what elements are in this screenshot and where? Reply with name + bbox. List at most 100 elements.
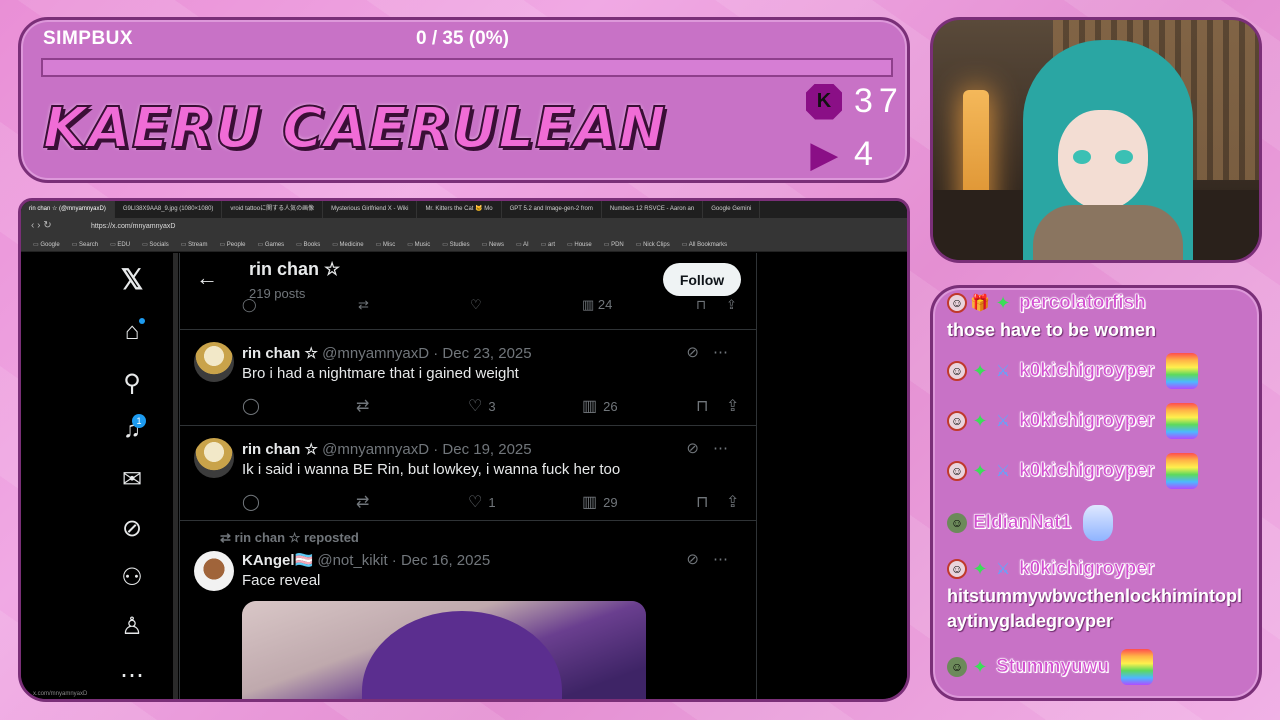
rainbow-emote-icon (1120, 649, 1153, 685)
tweet-author[interactable]: rin chan ☆ (242, 441, 318, 458)
bookmark-button[interactable]: ⊓ (696, 396, 714, 416)
browser-tab[interactable]: rin chan ☆ (@mnyamnyaxD) (21, 201, 115, 218)
bookmark-icon[interactable]: ⊓ (696, 297, 706, 313)
follow-button[interactable]: Follow (663, 263, 741, 296)
like-button[interactable]: ♡ 3 (468, 396, 496, 416)
messages-icon[interactable]: ✉ (114, 461, 150, 497)
bookmark[interactable]: Stream (181, 241, 207, 248)
bookmark[interactable]: Studies (442, 241, 470, 248)
browser-tab[interactable]: Mysterious Girlfriend X - Wiki (323, 201, 418, 218)
browser-tab[interactable]: vroid tattooに関する人気の画像 (222, 201, 324, 218)
bookmark[interactable]: Search (72, 241, 98, 248)
chat-message: ☺ ✦ ⚔ k0kichigroyper (947, 403, 1249, 439)
x-logo-icon[interactable]: 𝕏 (114, 261, 150, 297)
share-icon[interactable]: ⇪ (726, 297, 737, 313)
notifications-icon[interactable]: ♫ 1 (114, 412, 150, 448)
back-arrow-icon[interactable]: ← (196, 265, 218, 291)
bookmark[interactable]: Socials (142, 241, 168, 248)
grok-icon[interactable]: ⊘ (686, 551, 713, 568)
avatar[interactable] (194, 551, 234, 591)
bookmark[interactable]: AI (516, 241, 529, 248)
chat-username[interactable]: percolatorfish (1019, 292, 1146, 314)
grok-icon[interactable]: ⊘ (686, 440, 713, 457)
browser-tab[interactable]: GPT 5.2 and Image-gen-2 from (502, 201, 602, 218)
scrollbar[interactable] (173, 253, 178, 699)
bookmark[interactable]: House (567, 241, 591, 248)
bookmark[interactable]: Games (257, 241, 284, 248)
chat-username[interactable]: k0kichigroyper (1019, 410, 1155, 432)
ghost-emote-icon (1083, 505, 1114, 541)
user-avatar-badge-icon: ☺ (947, 361, 967, 381)
more-icon[interactable]: ⋯ (713, 440, 742, 457)
avatar[interactable] (194, 342, 234, 382)
bookmark[interactable]: News (482, 241, 504, 248)
views-button[interactable]: ▥ 26 (582, 396, 618, 416)
share-button[interactable]: ⇪ (726, 492, 745, 512)
bookmark-button[interactable]: ⊓ (696, 492, 714, 512)
sword-badge-icon: ⚔ (995, 463, 1011, 480)
tweet-tools: ⊘⋯ (686, 343, 742, 361)
url-input[interactable]: https://x.com/mnyamnyaxD (91, 223, 175, 230)
sparkle-badge-icon: ✦ (995, 292, 1011, 313)
chat-username[interactable]: k0kichigroyper (1019, 558, 1155, 580)
kick-count: 37 (854, 82, 904, 120)
bookmark[interactable]: Music (407, 241, 431, 248)
profile-icon[interactable]: ♙ (114, 608, 150, 644)
bookmark[interactable]: EDU (110, 241, 130, 248)
tweet[interactable]: ⇄ rin chan ☆ reposted KAngel🏳️‍⚧️ @not_k… (180, 520, 756, 699)
kick-follower-stat: K 37 (806, 82, 904, 121)
goal-progress-bar (41, 58, 893, 77)
bookmark[interactable]: PDN (604, 241, 624, 248)
bookmark[interactable]: Books (296, 241, 321, 248)
chat-text: hitstummywbwcthenlockhimintoplaytinyglad… (947, 586, 1243, 631)
tweet[interactable]: rin chan ☆ @mnyamnyaxD · Dec 19, 2025 ⊘⋯… (180, 425, 756, 520)
tweet-text: Bro i had a nightmare that i gained weig… (242, 365, 519, 382)
bookmark[interactable]: Nick Clips (636, 241, 670, 248)
chat-username[interactable]: Stummyuwu (996, 656, 1110, 678)
browser-tab[interactable]: G9LI38X9AA8_9.jpg (1080×1080) (115, 201, 223, 218)
bookmark[interactable]: Google (33, 241, 59, 248)
profile-name: rin chan ☆ (249, 259, 341, 279)
more-icon[interactable]: ⋯ (114, 657, 150, 693)
browser-tab[interactable]: Mr. Kitters the Cat 🐱 Mo (417, 201, 502, 218)
streamer-name: KAERU CAERULEAN (42, 95, 667, 162)
reply-button[interactable]: ◯ (242, 492, 266, 512)
x-profile-page: 𝕏 ⌂ ⚲ ♫ 1 ✉ ⊘ ⚇ ♙ ⋯ ← rin chan ☆ 219 post… (21, 253, 907, 699)
bookmark[interactable]: People (219, 241, 246, 248)
views-button[interactable]: ▥ 29 (582, 492, 618, 512)
tweet-author[interactable]: rin chan ☆ (242, 345, 318, 362)
bookmark-icon: ⊓ (696, 494, 709, 511)
reply-icon[interactable]: ◯ (242, 297, 257, 313)
bookmark[interactable]: art (541, 241, 555, 248)
home-icon[interactable]: ⌂ (114, 314, 150, 350)
grok-icon[interactable]: ⊘ (114, 510, 150, 546)
tweet-media-image[interactable] (242, 601, 646, 699)
reply-button[interactable]: ◯ (242, 396, 266, 416)
nav-arrows-icon[interactable]: ‹ › ↻ (31, 220, 52, 231)
repost-icon[interactable]: ⇄ (358, 297, 369, 313)
repost-button[interactable]: ⇄ (356, 492, 375, 512)
like-button[interactable]: ♡ 1 (468, 492, 496, 512)
bookmark[interactable]: Misc (376, 241, 395, 248)
chat-username[interactable]: k0kichigroyper (1019, 460, 1155, 482)
chat-username[interactable]: k0kichigroyper (1019, 360, 1155, 382)
repost-button[interactable]: ⇄ (356, 396, 375, 416)
search-icon[interactable]: ⚲ (114, 365, 150, 401)
browser-tab[interactable]: Numbers 12 RSVCE - Aaron an (602, 201, 704, 218)
tweet[interactable]: rin chan ☆ @mnyamnyaxD · Dec 23, 2025 ⊘⋯… (180, 329, 756, 425)
browser-tab[interactable]: Google Gemini (703, 201, 761, 218)
chat-username[interactable]: EldianNat1 (973, 512, 1072, 534)
more-icon[interactable]: ⋯ (713, 551, 742, 568)
bookmark[interactable]: All Bookmarks (682, 241, 727, 248)
tweet-author[interactable]: KAngel🏳️‍⚧️ (242, 552, 313, 569)
avatar[interactable] (194, 438, 234, 478)
more-icon[interactable]: ⋯ (713, 344, 742, 361)
bookmark[interactable]: Medicine (332, 241, 364, 248)
chat-message-header: ☺ ✦ ⚔ k0kichigroyper (947, 403, 1249, 439)
like-icon[interactable]: ♡ (470, 297, 482, 313)
grok-icon[interactable]: ⊘ (686, 344, 713, 361)
share-button[interactable]: ⇪ (726, 396, 745, 416)
views-count: 29 (603, 494, 618, 510)
communities-icon[interactable]: ⚇ (114, 559, 150, 595)
sparkle-badge-icon: ✦ (972, 656, 988, 677)
